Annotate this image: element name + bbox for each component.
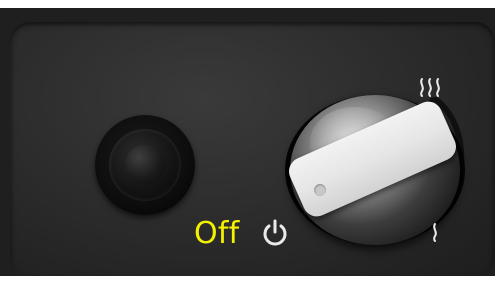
indicator-lamp — [95, 115, 195, 215]
heat-low-icon — [433, 223, 437, 242]
off-label: Off — [194, 216, 240, 251]
image-border-bottom — [0, 276, 499, 284]
image-border-top — [0, 0, 499, 8]
power-icon — [263, 219, 287, 246]
indicator-lamp-ring — [109, 129, 181, 201]
heat-high-icon — [420, 78, 440, 97]
indicator-lamp-lens — [125, 145, 165, 185]
image-border-right — [495, 0, 499, 284]
